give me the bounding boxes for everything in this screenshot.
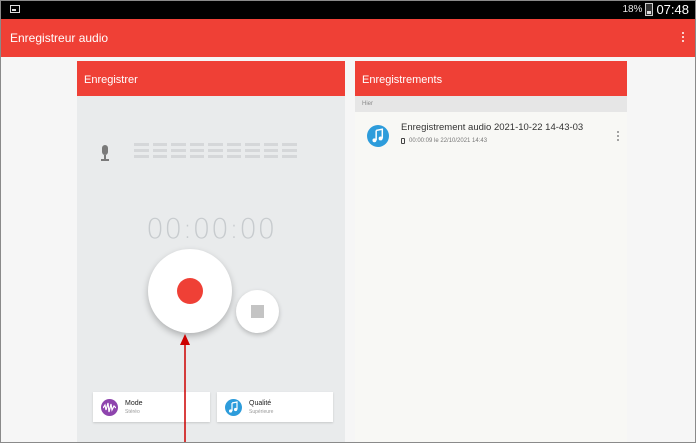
battery-percent: 18%	[622, 4, 643, 15]
list-item[interactable]: Enregistrement audio 2021-10-22 14-43-03…	[355, 116, 627, 154]
annotation-arrow	[180, 334, 190, 442]
recording-meta: 00:00:09 le 22/10/2021 14:43	[401, 138, 487, 144]
status-clock: 07:48	[656, 2, 689, 17]
status-right: 18% 07:48	[622, 2, 689, 17]
overflow-menu-icon[interactable]	[680, 32, 686, 46]
stop-icon	[251, 305, 264, 318]
record-button[interactable]	[148, 249, 232, 333]
status-bar: 18% 07:48	[1, 1, 695, 19]
recordings-panel-title: Enregistrements	[362, 74, 443, 86]
music-note-icon	[367, 125, 389, 147]
record-panel-header: Enregistrer	[77, 61, 345, 96]
waveform-icon	[101, 399, 118, 416]
app-bar: Enregistreur audio	[1, 19, 695, 57]
section-label: Hier	[362, 101, 374, 107]
section-header-yesterday: Hier	[355, 96, 627, 112]
record-panel-title: Enregistrer	[84, 74, 138, 86]
battery-icon	[645, 3, 654, 16]
quality-option[interactable]: Qualité Supérieure	[217, 392, 333, 422]
notification-image-icon	[10, 5, 20, 13]
quality-label: Qualité	[249, 400, 272, 407]
item-overflow-menu-icon[interactable]	[615, 131, 621, 143]
mode-label: Mode	[125, 400, 143, 407]
screen-frame: 18% 07:48 Enregistreur audio Enregistrer…	[0, 0, 696, 443]
recording-meta-text: 00:00:09 le 22/10/2021 14:43	[409, 138, 488, 144]
recordings-panel-header: Enregistrements	[355, 61, 627, 96]
recordings-panel: Enregistrements Hier Enregistrement audi…	[355, 61, 627, 442]
app-title: Enregistreur audio	[10, 31, 109, 45]
audio-level-meter	[134, 143, 297, 160]
microphone-icon	[101, 145, 109, 162]
phone-storage-icon	[401, 138, 405, 144]
music-note-icon	[225, 399, 242, 416]
quality-value: Supérieure	[249, 409, 274, 415]
record-icon	[177, 278, 203, 304]
recording-title: Enregistrement audio 2021-10-22 14-43-03	[401, 122, 584, 133]
stop-button[interactable]	[236, 290, 279, 333]
recording-timer: 00:00:00	[146, 212, 276, 245]
mode-value: Stéréo	[125, 409, 140, 415]
record-panel: Enregistrer 00:00:00 Mode Stéréo Qualité…	[77, 61, 345, 442]
mode-option[interactable]: Mode Stéréo	[93, 392, 210, 422]
